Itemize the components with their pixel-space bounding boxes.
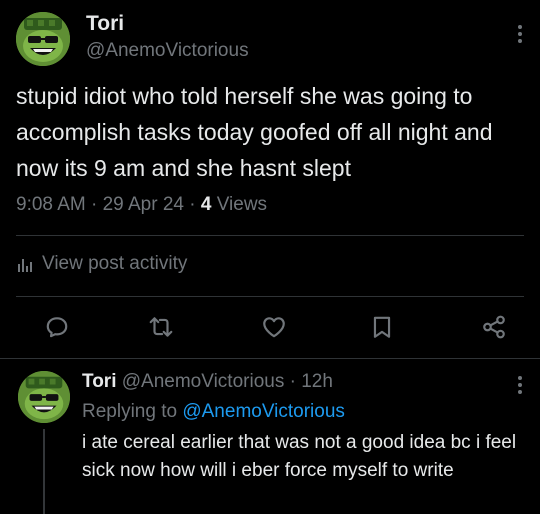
more-options-icon[interactable] — [510, 22, 530, 46]
avatar[interactable] — [18, 371, 70, 423]
reply-handle[interactable]: @AnemoVictorious — [122, 371, 285, 392]
repost-button[interactable] — [146, 312, 176, 342]
replying-to: Replying to @AnemoVictorious — [82, 399, 345, 425]
like-icon — [263, 317, 285, 338]
repost-icon — [149, 317, 173, 337]
share-icon — [483, 315, 505, 339]
author-block: Tori @AnemoVictorious — [86, 11, 249, 64]
post-date[interactable]: 29 Apr 24 — [103, 194, 184, 215]
post-text: stupid idiot who told herself she was go… — [16, 83, 493, 181]
reply-display-name[interactable]: Tori — [82, 371, 116, 392]
share-button[interactable] — [479, 312, 509, 342]
view-post-activity-link[interactable]: View post activity — [16, 253, 187, 275]
avatar-image — [18, 371, 70, 423]
author-display-name[interactable]: Tori — [86, 11, 249, 37]
reply-header: Tori @AnemoVictorious · 12h — [82, 369, 333, 395]
replying-to-prefix: Replying to — [82, 401, 183, 422]
post-meta: 9:08 AM · 29 Apr 24 · 4 Views — [16, 194, 267, 216]
bookmark-button[interactable] — [367, 312, 397, 342]
post-time[interactable]: 9:08 AM — [16, 194, 86, 215]
action-bar — [0, 308, 540, 348]
bookmark-icon — [373, 316, 391, 338]
reply-icon — [46, 317, 68, 338]
divider — [16, 296, 524, 297]
thread-line — [43, 429, 45, 514]
reply-button[interactable] — [42, 312, 72, 342]
avatar[interactable] — [16, 12, 70, 66]
more-options-icon[interactable] — [510, 373, 530, 397]
like-button[interactable] — [259, 312, 289, 342]
meta-separator: · — [183, 194, 201, 215]
views-label: Views — [211, 194, 268, 215]
view-post-activity-label: View post activity — [42, 253, 188, 274]
author-handle[interactable]: @AnemoVictorious — [86, 38, 249, 64]
replying-to-mention[interactable]: @AnemoVictorious — [182, 401, 345, 422]
reply-time[interactable]: 12h — [301, 371, 333, 392]
views-count: 4 — [200, 194, 212, 215]
reply-post[interactable]: Tori @AnemoVictorious · 12h Replying to … — [0, 359, 540, 514]
meta-separator: · — [284, 371, 302, 392]
divider — [16, 235, 524, 236]
avatar-image — [16, 12, 70, 66]
reply-text: i ate cereal earlier that was not a good… — [82, 432, 517, 481]
meta-separator: · — [85, 194, 103, 215]
analytics-icon — [18, 259, 32, 272]
